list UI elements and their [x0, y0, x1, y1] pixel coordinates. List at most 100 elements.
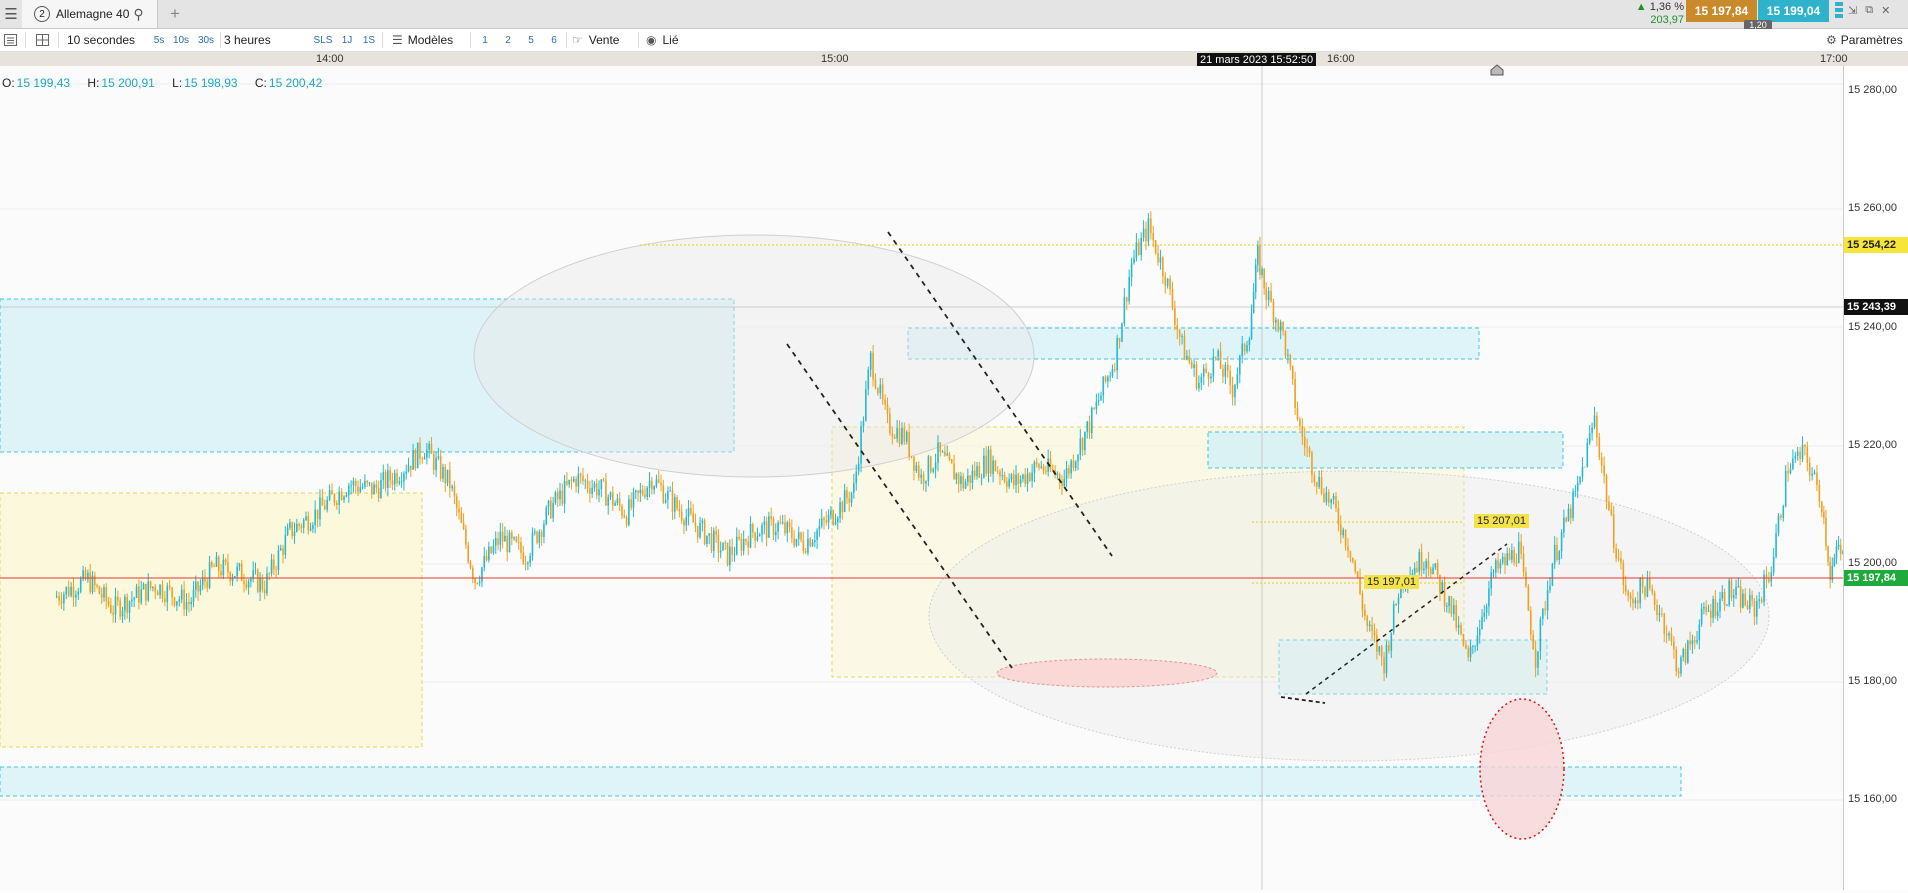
- candle-body: [277, 550, 280, 570]
- home-marker-icon[interactable]: [1490, 64, 1504, 76]
- candle-body: [784, 522, 786, 534]
- candle-body: [197, 581, 199, 592]
- period-1s-button[interactable]: 1S: [359, 29, 379, 51]
- candle-body: [946, 453, 948, 456]
- candle-body: [556, 492, 559, 500]
- layout-6-button[interactable]: 6: [545, 29, 563, 51]
- interval-5s-button[interactable]: 5s: [150, 29, 168, 51]
- candle-body: [1330, 499, 1332, 503]
- candle-body: [1234, 384, 1236, 398]
- candle-body: [1782, 506, 1785, 518]
- candle-body: [1397, 598, 1400, 605]
- demand-zone[interactable]: [0, 492, 423, 748]
- sell-price-button[interactable]: 15 197,84: [1686, 0, 1757, 22]
- candle-body: [920, 474, 922, 478]
- candle-body: [164, 598, 166, 603]
- change-absolute: 203,97: [1650, 14, 1684, 26]
- change-percent: 1,36 %: [1649, 1, 1684, 13]
- candle-body: [1546, 590, 1549, 611]
- candle-body: [520, 542, 522, 553]
- candle-body: [1140, 237, 1143, 255]
- list-icon[interactable]: [4, 29, 20, 51]
- candle-body: [114, 596, 117, 615]
- period-sls-button[interactable]: SLS: [311, 29, 335, 51]
- candle-body: [243, 580, 245, 585]
- layout-5-button[interactable]: 5: [522, 29, 540, 51]
- candle-body: [1808, 463, 1811, 476]
- candle-body: [1705, 606, 1708, 612]
- chart-area[interactable]: 15 207,01 15 197,01: [0, 64, 1848, 890]
- target-ellipse[interactable]: [1479, 698, 1565, 840]
- candle-body: [382, 472, 385, 481]
- candle-body: [1450, 596, 1453, 615]
- candle-body: [877, 388, 879, 394]
- candle-body: [1104, 376, 1107, 382]
- popout-icon[interactable]: ⧉: [1865, 4, 1873, 17]
- candle-body: [291, 522, 294, 536]
- range-ellipse[interactable]: [928, 470, 1770, 762]
- top-ellipse[interactable]: [473, 234, 1035, 478]
- candle-body: [738, 536, 740, 539]
- candle-body: [1356, 571, 1359, 578]
- models-button[interactable]: ☰ Modèles: [392, 29, 453, 51]
- candle-body: [800, 532, 802, 540]
- candle-body: [435, 458, 437, 470]
- depth-icon[interactable]: [1835, 2, 1843, 24]
- candle-body: [1248, 338, 1251, 346]
- candle-body: [1796, 451, 1799, 456]
- candle-body: [543, 524, 545, 537]
- layout-1-button[interactable]: 1: [476, 29, 494, 51]
- candle-body: [361, 487, 364, 488]
- period-1j-button[interactable]: 1J: [337, 29, 357, 51]
- candle-body: [229, 572, 232, 582]
- candle-body: [1303, 436, 1306, 448]
- candle-body: [1436, 563, 1439, 575]
- support-ellipse[interactable]: [996, 658, 1218, 688]
- layout-2-button[interactable]: 2: [499, 29, 517, 51]
- candle-body: [915, 465, 918, 471]
- add-tab-button[interactable]: +: [162, 0, 188, 28]
- candle-body: [729, 546, 731, 565]
- candle-body: [1327, 492, 1330, 503]
- ohlc-readout: O: 15 199,43 H: 15 200,91 L: 15 198,93 C: 15…: [2, 76, 336, 90]
- candle-body: [149, 581, 152, 588]
- interval-select[interactable]: 10 secondes: [67, 29, 135, 51]
- candle-body: [1684, 648, 1687, 663]
- settings-button[interactable]: ⚙ Paramètres: [1826, 29, 1903, 51]
- candle-body: [407, 465, 410, 472]
- candle-body: [641, 489, 644, 495]
- hamburger-icon[interactable]: ☰: [0, 0, 23, 28]
- sell-toggle-button[interactable]: ☞ Vente: [572, 29, 619, 51]
- candle-body: [761, 525, 763, 535]
- candle-body: [811, 542, 814, 547]
- interval-10s-button[interactable]: 10s: [170, 29, 192, 51]
- candle-body: [1243, 343, 1246, 352]
- candle-body: [1443, 582, 1446, 607]
- candle-body: [430, 443, 433, 454]
- candle-body: [1315, 481, 1318, 487]
- candle-body: [1823, 512, 1825, 519]
- buy-price-button[interactable]: 15 199,04: [1758, 0, 1829, 22]
- candle-body: [140, 589, 143, 603]
- period-select[interactable]: 3 heures: [224, 29, 271, 51]
- candle-body: [1457, 624, 1460, 628]
- close-icon[interactable]: ✕: [1881, 4, 1890, 17]
- candle-body: [354, 480, 357, 487]
- collapse-icon[interactable]: ⇲: [1848, 4, 1857, 17]
- search-icon[interactable]: ⚲: [133, 6, 143, 23]
- candle-body: [1728, 580, 1730, 605]
- lower-support-zone[interactable]: [0, 766, 1682, 797]
- link-button[interactable]: ◉ Lié: [646, 29, 679, 51]
- layout-icon[interactable]: [36, 29, 52, 51]
- candle-body: [834, 522, 837, 525]
- interval-30s-button[interactable]: 30s: [194, 29, 218, 51]
- candle-body: [1019, 479, 1022, 484]
- candle-body: [501, 531, 504, 542]
- candle-body: [1344, 529, 1347, 547]
- tab-allemagne-40[interactable]: 2 Allemagne 40 ⚲: [22, 0, 158, 28]
- price-axis[interactable]: [1843, 66, 1908, 890]
- candle-body: [72, 586, 75, 598]
- top-zone-right[interactable]: [1207, 431, 1564, 469]
- candle-body: [312, 525, 314, 529]
- candle-body: [841, 502, 844, 513]
